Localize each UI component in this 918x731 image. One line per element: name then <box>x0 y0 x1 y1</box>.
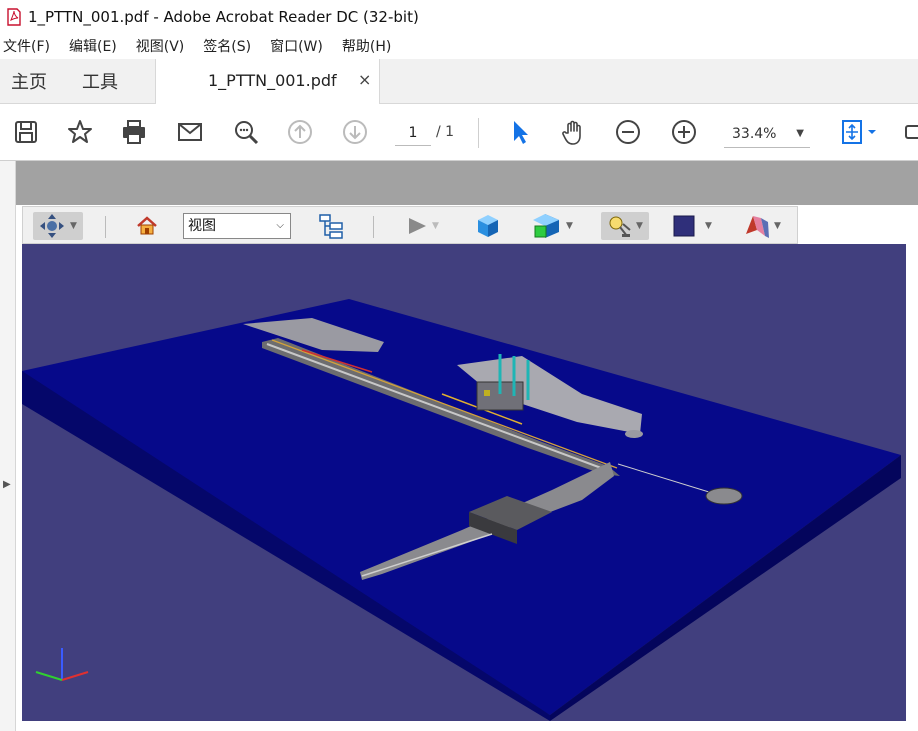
menu-bar: 文件(F) 编辑(E) 视图(V) 签名(S) 窗口(W) 帮助(H) <box>0 33 918 59</box>
model-tree-button[interactable] <box>317 212 345 240</box>
mooring-dolphin <box>705 487 743 505</box>
lighting-button[interactable]: ▼ <box>601 212 649 240</box>
rotate-tool-button[interactable]: ▼ <box>33 212 83 240</box>
background-color-button[interactable]: ▼ <box>673 212 712 240</box>
chevron-down-icon: ▼ <box>566 221 573 231</box>
view-select[interactable]: 视图 ⌵ <box>183 213 291 239</box>
navigation-panel[interactable]: ▶ <box>0 161 16 731</box>
zoom-value: 33.4% <box>732 126 777 142</box>
chevron-down-icon: ⌵ <box>276 220 284 231</box>
rotate-tool-icon <box>40 214 64 238</box>
zoom-out-button[interactable] <box>612 116 644 148</box>
render-mode-icon <box>533 214 559 238</box>
window-title: 1_PTTN_001.pdf - Adobe Acrobat Reader DC… <box>28 7 419 26</box>
page-number-input[interactable]: 1 <box>395 120 431 146</box>
page-total: / 1 <box>436 124 455 140</box>
main-toolbar: 1 / 1 33.4% ▼ <box>0 104 918 161</box>
hand-icon <box>562 120 581 145</box>
toolbar-divider <box>373 216 374 238</box>
menu-edit[interactable]: 编辑(E) <box>66 36 117 56</box>
zoom-out-icon <box>616 120 640 144</box>
tab-tools[interactable]: 工具 <box>82 68 118 94</box>
more-tools-button[interactable] <box>900 116 918 148</box>
home-view-button[interactable] <box>135 212 159 240</box>
sea-plane-top <box>22 299 901 715</box>
play-animation-icon <box>409 218 426 234</box>
search-zoom-icon <box>235 121 259 145</box>
render-mode-button[interactable]: ▼ <box>531 212 573 240</box>
lighting-icon <box>609 216 631 237</box>
background-color-icon <box>673 215 695 237</box>
previous-page-button[interactable] <box>284 116 316 148</box>
menu-help[interactable]: 帮助(H) <box>339 36 391 56</box>
fit-page-icon <box>842 120 876 144</box>
select-cursor-icon <box>514 121 528 144</box>
small-dolphin <box>625 430 643 438</box>
expand-panel-icon[interactable]: ▶ <box>3 479 11 490</box>
bookmark-button[interactable] <box>64 116 96 148</box>
axis-y <box>35 671 63 681</box>
mail-icon <box>178 123 202 141</box>
cube-icon <box>478 215 498 237</box>
chevron-down-icon: ▼ <box>636 221 643 231</box>
fit-page-button[interactable] <box>836 116 880 148</box>
cross-section-icon <box>746 216 769 238</box>
tab-document[interactable]: 1_PTTN_001.pdf × <box>155 59 380 105</box>
view-default-button[interactable] <box>475 212 501 240</box>
tab-home[interactable]: 主页 <box>11 68 47 94</box>
hand-tool-button[interactable] <box>558 116 590 148</box>
more-tools-icon <box>905 125 918 139</box>
toolbar-divider <box>105 216 106 238</box>
find-button[interactable] <box>230 116 262 148</box>
toolbar-divider <box>478 118 479 148</box>
page-up-icon <box>288 120 312 144</box>
next-page-button[interactable] <box>339 116 371 148</box>
toolbar-3d: ▼ 视图 ⌵ ▼ ▼ ▼ ▼ ▼ <box>22 206 798 244</box>
page-down-icon <box>343 120 367 144</box>
chevron-down-icon: ▼ <box>796 128 804 139</box>
close-icon[interactable]: × <box>358 70 371 89</box>
print-button[interactable] <box>118 116 150 148</box>
menu-file[interactable]: 文件(F) <box>0 36 50 56</box>
email-button[interactable] <box>174 116 206 148</box>
home-view-icon <box>137 216 157 235</box>
acrobat-pdf-icon <box>7 7 21 26</box>
select-tool-button[interactable] <box>504 116 536 148</box>
save-icon <box>15 121 37 143</box>
star-icon <box>68 120 92 143</box>
chevron-down-icon: ▼ <box>705 221 712 231</box>
save-button[interactable] <box>10 116 42 148</box>
tab-bar: 主页 工具 1_PTTN_001.pdf × <box>0 59 918 105</box>
cross-section-button[interactable]: ▼ <box>743 212 781 240</box>
3d-scene <box>22 299 901 721</box>
view-select-value: 视图 <box>188 218 216 234</box>
title-bar: 1_PTTN_001.pdf - Adobe Acrobat Reader DC… <box>0 0 918 33</box>
menu-sign[interactable]: 签名(S) <box>200 36 251 56</box>
tab-document-label: 1_PTTN_001.pdf <box>208 71 337 90</box>
chevron-down-icon: ▼ <box>70 221 77 231</box>
3d-viewport[interactable] <box>22 244 906 721</box>
equipment <box>484 390 490 396</box>
play-animation-button[interactable]: ▼ <box>405 212 439 240</box>
zoom-select[interactable]: 33.4% ▼ <box>724 120 810 148</box>
chevron-down-icon: ▼ <box>774 221 781 231</box>
zoom-in-icon <box>672 120 696 144</box>
axis-x <box>61 671 89 681</box>
menu-window[interactable]: 窗口(W) <box>267 36 323 56</box>
chevron-down-icon: ▼ <box>432 221 439 231</box>
model-tree-icon <box>319 214 343 239</box>
menu-view[interactable]: 视图(V) <box>133 36 185 56</box>
print-icon <box>123 120 145 144</box>
zoom-in-button[interactable] <box>668 116 700 148</box>
